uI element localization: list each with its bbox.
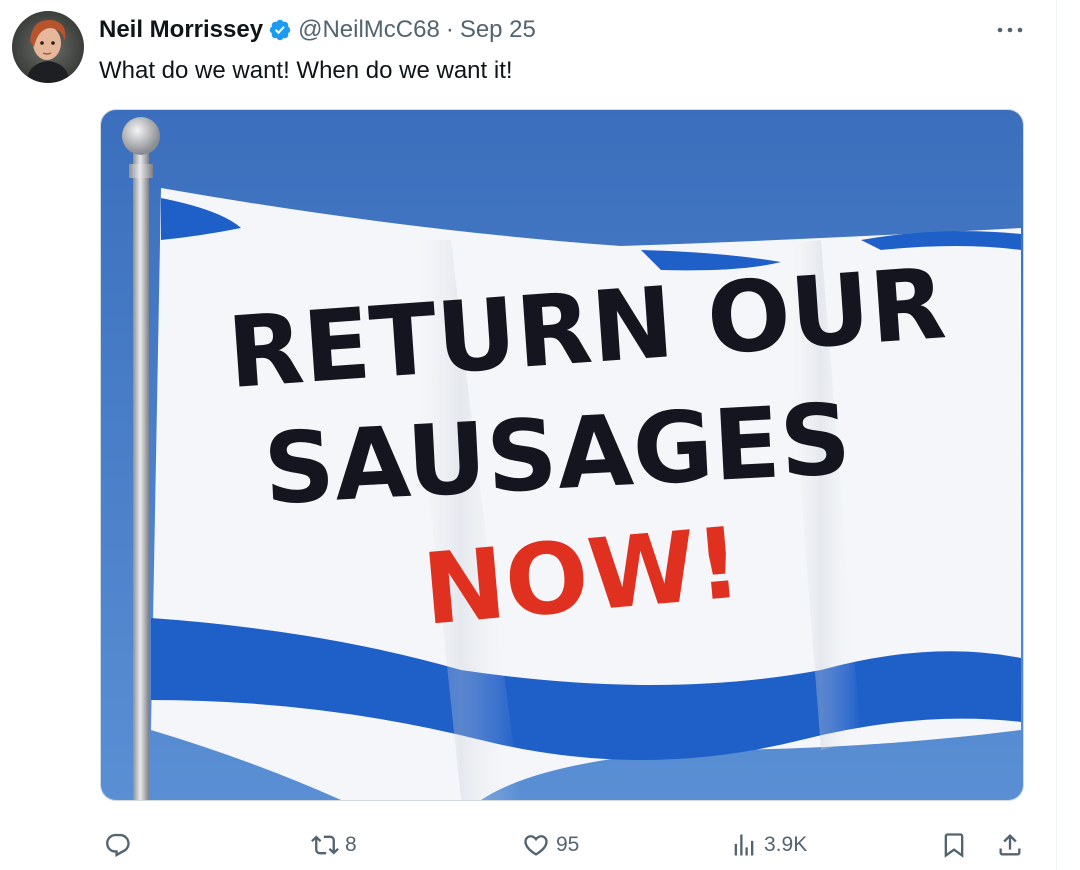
- tweet-action-bar: 8 95 3.9K: [0, 820, 1080, 870]
- flagpole: [133, 150, 149, 800]
- author-handle[interactable]: @NeilMcC68: [298, 16, 440, 44]
- header-separator: ·: [445, 16, 454, 43]
- bookmark-button[interactable]: [940, 830, 968, 860]
- views-button[interactable]: 3.9K: [730, 830, 807, 860]
- tweet-text: What do we want! When do we want it!: [99, 57, 513, 84]
- repost-icon: [311, 835, 339, 855]
- bookmark-icon: [944, 833, 964, 858]
- author-display-name[interactable]: Neil Morrissey: [99, 16, 263, 44]
- timeline-right-border: [1056, 0, 1057, 870]
- share-button[interactable]: [996, 830, 1024, 860]
- flagpole-finial: [122, 117, 160, 155]
- like-button[interactable]: 95: [522, 830, 579, 860]
- tweet-media-image[interactable]: RETURN OUR SAUSAGES NOW!: [100, 109, 1024, 801]
- verified-badge-icon[interactable]: [268, 18, 292, 42]
- reply-icon: [106, 833, 130, 857]
- more-options-icon[interactable]: [990, 18, 1030, 42]
- tweet-header: Neil Morrissey @NeilMcC68 · Sep 25: [99, 15, 536, 45]
- views-count: 3.9K: [764, 833, 808, 856]
- repost-button[interactable]: 8: [311, 830, 357, 860]
- like-count: 95: [556, 833, 580, 856]
- heart-icon: [524, 835, 548, 856]
- reply-button[interactable]: [104, 830, 138, 860]
- analytics-icon: [734, 834, 754, 856]
- share-icon: [999, 834, 1021, 856]
- tweet-date[interactable]: Sep 25: [460, 16, 536, 44]
- repost-count: 8: [345, 833, 357, 856]
- avatar[interactable]: [12, 11, 84, 83]
